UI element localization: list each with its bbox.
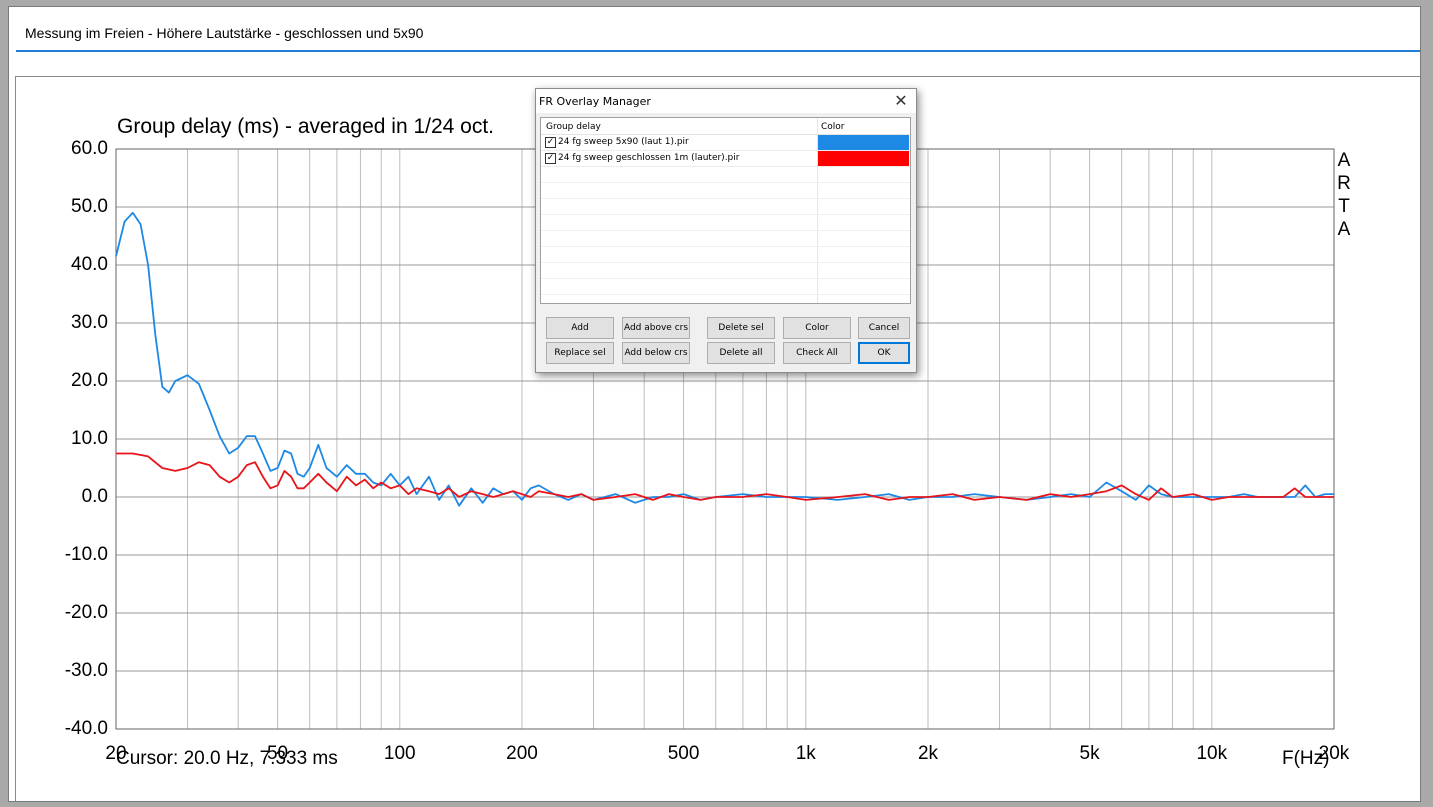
delete-all-button[interactable]: Delete all [707, 342, 775, 364]
empty-row [541, 247, 910, 263]
x-tick-label: 500 [667, 743, 700, 764]
delete-selected-button[interactable]: Delete sel [707, 317, 775, 339]
dialog-titlebar[interactable]: FR Overlay Manager ✕ [536, 89, 916, 113]
empty-row [541, 167, 910, 183]
y-tick-label: 30.0 [71, 312, 108, 333]
add-below-cursor-button[interactable]: Add below crs [622, 342, 690, 364]
watermark-letter: T [1338, 196, 1350, 217]
fr-overlay-manager-dialog: FR Overlay Manager ✕ Group delay Color ✓… [535, 88, 917, 373]
y-tick-label: -30.0 [64, 660, 108, 681]
empty-row [541, 215, 910, 231]
dialog-title: FR Overlay Manager [539, 95, 651, 108]
watermark-letter: A [1337, 219, 1351, 240]
color-button[interactable]: Color [783, 317, 851, 339]
x-tick-label: 2k [917, 743, 939, 764]
replace-selected-button[interactable]: Replace sel [546, 342, 614, 364]
watermark-letter: R [1337, 173, 1351, 194]
color-swatch[interactable] [818, 151, 909, 166]
empty-row [541, 199, 910, 215]
chart-title: Group delay (ms) - averaged in 1/24 oct. [117, 115, 495, 138]
x-tick-label: 100 [383, 743, 416, 764]
y-tick-label: 10.0 [71, 428, 108, 449]
list-item[interactable]: ✓ 24 fg sweep 5x90 (laut 1).pir [541, 135, 910, 151]
y-tick-label: 50.0 [71, 196, 108, 217]
series-line-2 [116, 452, 1334, 501]
cursor-readout: Cursor: 20.0 Hz, 7.333 ms [116, 748, 338, 769]
x-tick-label: 10k [1196, 743, 1228, 764]
empty-row [541, 231, 910, 247]
arta-watermark: ARTA [1336, 149, 1352, 241]
x-tick-label: 5k [1079, 743, 1100, 764]
color-swatch[interactable] [818, 135, 909, 150]
y-tick-label: -10.0 [64, 544, 108, 565]
list-header: Group delay Color [541, 118, 910, 135]
title-underline [16, 50, 1420, 52]
check-all-button[interactable]: Check All [783, 342, 851, 364]
y-tick-label: 60.0 [71, 138, 108, 159]
x-axis-label: F(Hz) [1282, 748, 1330, 769]
checkbox-icon[interactable]: ✓ [545, 153, 556, 164]
y-tick-label: 0.0 [81, 486, 108, 507]
overlay-list[interactable]: Group delay Color ✓ 24 fg sweep 5x90 (la… [540, 117, 911, 304]
y-tick-label: 20.0 [71, 370, 108, 391]
add-above-cursor-button[interactable]: Add above crs [622, 317, 690, 339]
y-tick-label: -40.0 [64, 718, 108, 739]
x-tick-label: 1k [795, 743, 816, 764]
checkbox-icon[interactable]: ✓ [545, 137, 556, 148]
list-item[interactable]: ✓ 24 fg sweep geschlossen 1m (lauter).pi… [541, 151, 910, 167]
document-title: Messung im Freien - Höhere Lautstärke - … [25, 25, 424, 41]
column-header-color: Color [821, 122, 845, 132]
column-header-group-delay: Group delay [546, 122, 601, 132]
empty-row [541, 263, 910, 279]
overlay-name: 24 fg sweep 5x90 (laut 1).pir [558, 137, 689, 147]
ok-button[interactable]: OK [858, 342, 910, 364]
add-button[interactable]: Add [546, 317, 614, 339]
x-tick-label: 200 [506, 743, 538, 764]
close-icon[interactable]: ✕ [892, 91, 910, 110]
y-tick-label: -20.0 [64, 602, 108, 623]
overlay-name: 24 fg sweep geschlossen 1m (lauter).pir [558, 153, 740, 163]
y-tick-label: 40.0 [71, 254, 108, 275]
empty-row [541, 279, 910, 295]
watermark-letter: A [1337, 150, 1351, 171]
empty-row [541, 183, 910, 199]
cancel-button[interactable]: Cancel [858, 317, 910, 339]
